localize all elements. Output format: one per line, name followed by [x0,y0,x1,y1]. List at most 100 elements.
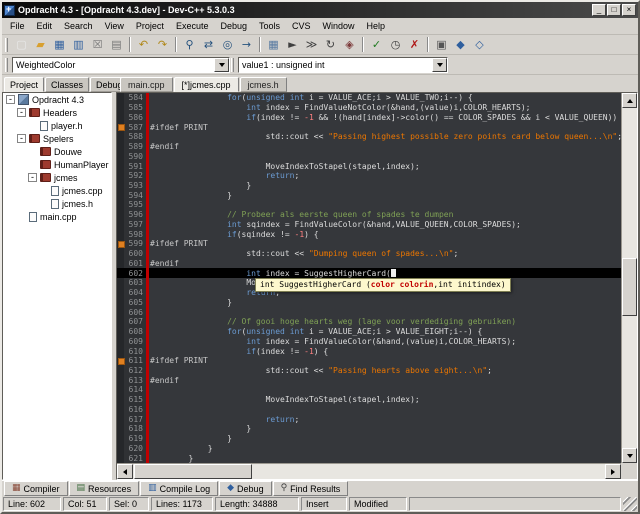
code-line-611[interactable]: 611#ifdef PRINT [117,356,621,366]
scroll-up-button[interactable] [622,93,637,108]
tree-item-opdracht-4.3[interactable]: -Opdracht 4.3 [3,93,111,106]
code-line-605[interactable]: 605 } [117,297,621,307]
open-project-or-file-button[interactable]: ▰ [31,36,50,53]
member-combo[interactable]: value1 : unsigned int [238,57,448,73]
code-line-599[interactable]: 599#ifdef PRINT [117,239,621,249]
vertical-scroll-thumb[interactable] [622,258,637,316]
function-combo[interactable]: WeightedColor [12,57,230,73]
compile-button[interactable]: ▦ [264,36,283,53]
code-line-592[interactable]: 592 return; [117,171,621,181]
close-button[interactable]: × [622,4,636,16]
save-button[interactable]: ▦ [50,36,69,53]
tree-expand-toggle[interactable]: - [6,95,15,104]
code-line-587[interactable]: 587#ifdef PRINT [117,122,621,132]
panel-tab-classes[interactable]: Classes [45,77,89,92]
bottom-tab-compiler[interactable]: ▦Compiler [4,481,68,496]
scroll-down-button[interactable] [622,448,637,463]
code-line-591[interactable]: 591 MoveIndexToStapel(stapel,index); [117,161,621,171]
print-button[interactable]: ▤ [107,36,126,53]
abort-compilation-button[interactable]: ✗ [405,36,424,53]
code-line-607[interactable]: 607 // Of gooi hoge hearts weg (lage voo… [117,317,621,327]
tree-expand-toggle[interactable]: - [17,108,26,117]
editor-tab-jcmes.h[interactable]: jcmes.h [240,77,287,92]
code-line-600[interactable]: 600 std::cout << "Dumping queen of spade… [117,249,621,259]
toolbar-grip[interactable] [5,58,8,72]
tree-item-jcmes.cpp[interactable]: jcmes.cpp [3,184,111,197]
new-source-button[interactable]: ▢ [12,36,31,53]
syntax-check-button[interactable]: ✓ [367,36,386,53]
tree-item-player.h[interactable]: player.h [3,119,111,132]
menu-window[interactable]: Window [317,19,361,33]
code-line-601[interactable]: 601#endif [117,259,621,269]
close-file-button[interactable]: ☒ [88,36,107,53]
code-line-610[interactable]: 610 if(index != -1) { [117,346,621,356]
panel-tab-project[interactable]: Project [4,77,44,92]
menu-file[interactable]: File [4,19,31,33]
insert-button[interactable]: ▣ [432,36,451,53]
editor-horizontal-scrollbar[interactable] [117,463,621,479]
function-combo-dropdown[interactable] [214,58,229,72]
compile-and-run-button[interactable]: ≫ [302,36,321,53]
code-line-584[interactable]: 584 for(unsigned int i = VALUE_ACE;i > V… [117,93,621,103]
run-button[interactable]: ► [283,36,302,53]
code-editor[interactable]: 584 for(unsigned int i = VALUE_ACE;i > V… [117,93,621,463]
code-line-586[interactable]: 586 if(index != -1 && !(hand[index]->col… [117,112,621,122]
title-bar[interactable]: Opdracht 4.3 - [Opdracht 4.3.dev] - Dev-… [2,2,638,18]
find-in-files-button[interactable]: ◎ [218,36,237,53]
code-line-615[interactable]: 615 MoveIndexToStapel(stapel,index); [117,395,621,405]
code-line-618[interactable]: 618 } [117,424,621,434]
replace-button[interactable]: ⇄ [199,36,218,53]
code-line-585[interactable]: 585 int index = FindValueNotColor(&hand,… [117,103,621,113]
editor-tab-main.cpp[interactable]: main.cpp [120,77,173,92]
rebuild-all-button[interactable]: ↻ [321,36,340,53]
bottom-tab-compile-log[interactable]: ▥Compile Log [140,481,218,496]
menu-project[interactable]: Project [130,19,170,33]
tree-item-main.cpp[interactable]: main.cpp [3,210,111,223]
tree-item-douwe[interactable]: Douwe [3,145,111,158]
minimize-button[interactable]: _ [592,4,606,16]
code-line-619[interactable]: 619 } [117,434,621,444]
tree-item-humanplayer[interactable]: HumanPlayer [3,158,111,171]
code-line-594[interactable]: 594 } [117,190,621,200]
goto-line-button[interactable]: → [237,36,256,53]
tree-item-spelers[interactable]: -Spelers [3,132,111,145]
menu-debug[interactable]: Debug [214,19,253,33]
code-line-606[interactable]: 606 [117,307,621,317]
bottom-tab-resources[interactable]: ▤Resources [69,481,140,496]
code-line-621[interactable]: 621 } [117,453,621,463]
toggle-bookmarks-button[interactable]: ◆ [451,36,470,53]
code-line-589[interactable]: 589#endif [117,142,621,152]
find-button[interactable]: ⚲ [180,36,199,53]
toolbar-grip[interactable] [5,38,8,52]
menu-cvs[interactable]: CVS [286,19,317,33]
scroll-left-button[interactable] [117,464,133,479]
code-line-608[interactable]: 608 for(unsigned int i = VALUE_ACE;i > V… [117,327,621,337]
code-line-590[interactable]: 590 [117,151,621,161]
menu-help[interactable]: Help [361,19,392,33]
menu-execute[interactable]: Execute [170,19,215,33]
editor-tab-jcmes.cpp[interactable]: [*]jcmes.cpp [174,77,239,92]
code-line-588[interactable]: 588 std::cout << "Passing highest possib… [117,132,621,142]
maximize-button[interactable]: □ [607,4,621,16]
tree-expand-toggle[interactable]: - [28,173,37,182]
menu-edit[interactable]: Edit [31,19,59,33]
tree-item-headers[interactable]: -Headers [3,106,111,119]
menu-search[interactable]: Search [58,19,99,33]
member-combo-dropdown[interactable] [432,58,447,72]
horizontal-scroll-thumb[interactable] [134,464,252,479]
code-line-602[interactable]: 602 int index = SuggestHigherCard( [117,268,621,278]
vertical-scroll-track[interactable] [622,108,637,448]
code-line-598[interactable]: 598 if(sqindex != -1) { [117,229,621,239]
goto-bookmarks-button[interactable]: ◇ [470,36,489,53]
code-line-616[interactable]: 616 [117,405,621,415]
code-line-597[interactable]: 597 int sqindex = FindValueColor(&hand,V… [117,220,621,230]
code-line-612[interactable]: 612 std::cout << "Passing hearts above e… [117,366,621,376]
code-line-613[interactable]: 613#endif [117,375,621,385]
tree-expand-toggle[interactable]: - [17,134,26,143]
menu-view[interactable]: View [99,19,130,33]
bottom-tab-debug[interactable]: ◆Debug [219,481,271,496]
tree-item-jcmes[interactable]: -jcmes [3,171,111,184]
code-line-596[interactable]: 596 // Probeer als eerste queen of spade… [117,210,621,220]
profile-button[interactable]: ◷ [386,36,405,53]
editor-vertical-scrollbar[interactable] [621,93,637,463]
